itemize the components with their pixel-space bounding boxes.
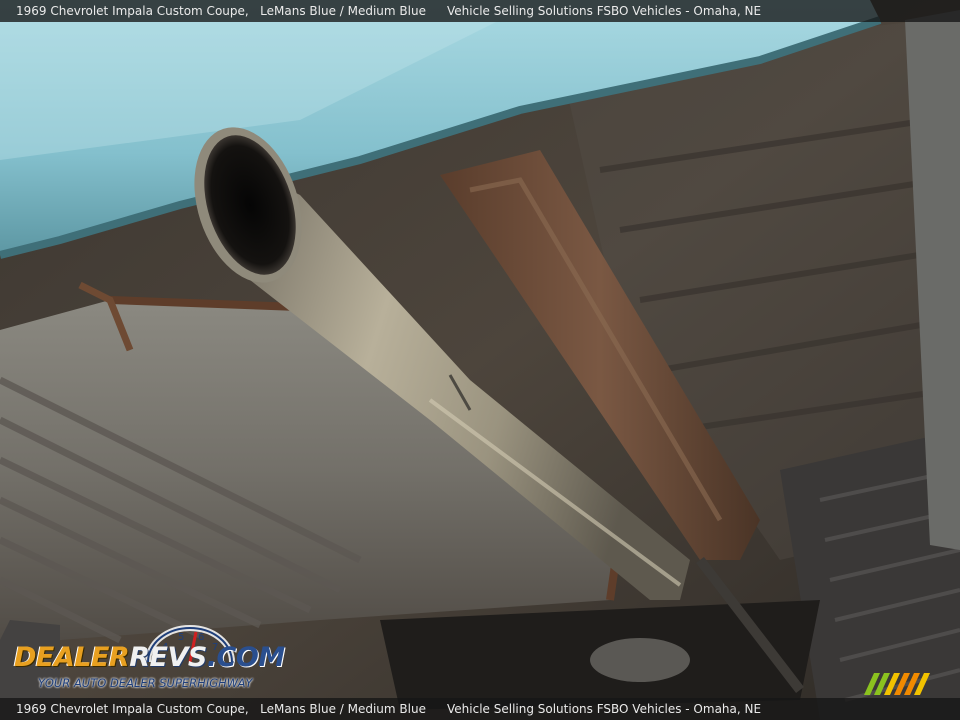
caption-seller: Vehicle Selling Solutions FSBO Vehicles …	[447, 4, 762, 18]
caption-seller: Vehicle Selling Solutions FSBO Vehicles …	[447, 702, 762, 716]
car-underside-photo	[0, 0, 960, 720]
caption-color: LeMans Blue / Medium Blue	[260, 702, 426, 716]
caption-vehicle-title: 1969 Chevrolet Impala Custom Coupe, LeMa…	[16, 0, 426, 22]
brand-dealer: DEALER	[14, 642, 130, 673]
caption-vehicle-title: 1969 Chevrolet Impala Custom Coupe, LeMa…	[16, 698, 426, 720]
caption-color: LeMans Blue / Medium Blue	[260, 4, 426, 18]
caption-vehicle: 1969 Chevrolet Impala Custom Coupe,	[16, 4, 249, 18]
dealerrevs-logo: DEALERREVS.COM	[14, 642, 285, 673]
caption-bar-top: 1969 Chevrolet Impala Custom Coupe, LeMa…	[0, 0, 960, 22]
caption-vehicle: 1969 Chevrolet Impala Custom Coupe,	[16, 702, 249, 716]
caption-bar-bottom: 1969 Chevrolet Impala Custom Coupe, LeMa…	[0, 698, 960, 720]
dealerrevs-tagline: YOUR AUTO DEALER SUPERHIGHWAY	[38, 676, 253, 690]
dealer-stripes-icon	[864, 673, 930, 695]
brand-revs: REVS	[129, 642, 207, 673]
brand-com: .COM	[206, 642, 285, 673]
dealerrevs-watermark: 4 5 6 7 DEALERREVS.COM YOUR AUTO DEALER …	[12, 622, 285, 694]
